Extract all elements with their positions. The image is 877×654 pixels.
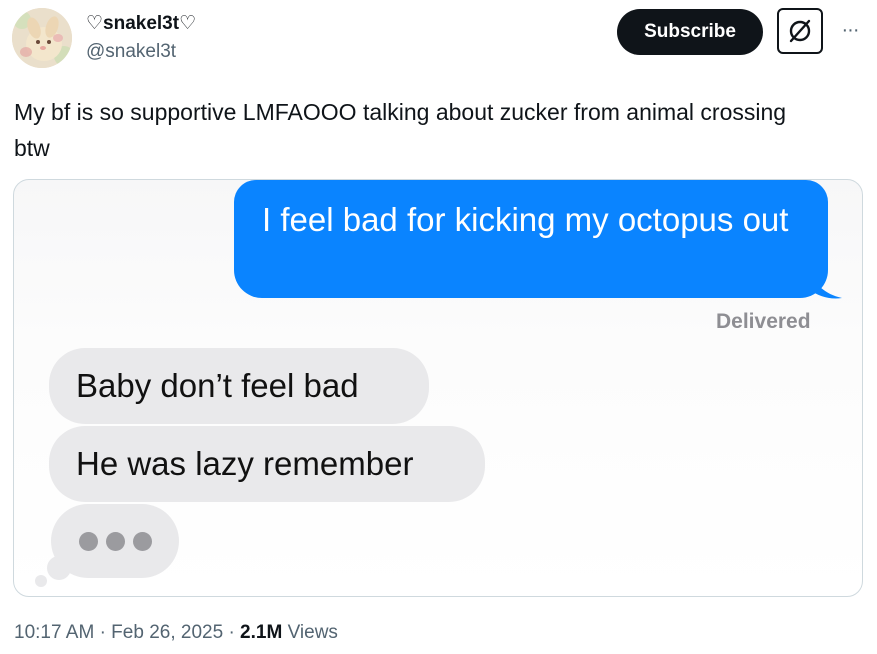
tweet-time[interactable]: 10:17 AM bbox=[14, 622, 94, 643]
user-handle[interactable]: @snakel3t bbox=[86, 41, 176, 63]
typing-dot bbox=[78, 531, 98, 551]
message-bubble-incoming: He was lazy remember bbox=[49, 426, 485, 502]
bubble-tail-icon bbox=[810, 274, 842, 299]
message-text: Baby don’t feel bad bbox=[76, 367, 359, 404]
message-bubble-outgoing: I feel bad for kicking my octopus out bbox=[234, 180, 828, 298]
typing-tail-bubble bbox=[35, 575, 47, 587]
tweet-text: My bf is so supportive LMFAOOO talking a… bbox=[14, 99, 787, 161]
grok-icon bbox=[789, 19, 811, 43]
avatar[interactable] bbox=[12, 8, 72, 68]
separator: · bbox=[228, 622, 235, 643]
tweet-date[interactable]: Feb 26, 2025 bbox=[111, 622, 223, 643]
tweet-image[interactable]: I feel bad for kicking my octopus out De… bbox=[13, 179, 863, 597]
tweet-meta: 10:17 AM · Feb 26, 2025 · 2.1M Views bbox=[14, 622, 338, 644]
views-label: Views bbox=[287, 622, 338, 643]
typing-tail-bubble bbox=[47, 556, 71, 580]
more-options-button[interactable]: ··· bbox=[836, 16, 864, 44]
display-name[interactable]: ♡snakel3t♡ bbox=[86, 12, 196, 35]
grok-button[interactable] bbox=[777, 8, 823, 54]
tweet-post: ♡snakel3t♡ @snakel3t Subscribe ··· My bf… bbox=[0, 0, 877, 654]
subscribe-button[interactable]: Subscribe bbox=[617, 9, 763, 55]
typing-dot bbox=[105, 531, 125, 551]
message-text: I feel bad for kicking my octopus out bbox=[262, 201, 789, 238]
avatar-image bbox=[12, 8, 72, 68]
views-count: 2.1M bbox=[240, 622, 283, 643]
separator: · bbox=[99, 622, 106, 643]
message-text: He was lazy remember bbox=[76, 445, 414, 482]
message-bubble-incoming: Baby don’t feel bad bbox=[49, 348, 429, 424]
delivered-status: Delivered bbox=[716, 310, 811, 333]
more-horizontal-icon: ··· bbox=[841, 18, 860, 41]
typing-dot bbox=[132, 531, 152, 551]
